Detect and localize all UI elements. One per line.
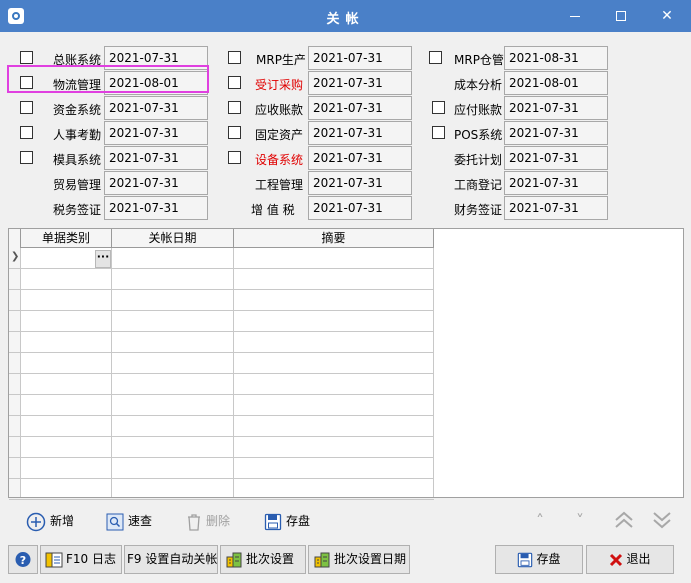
toolbar-save-label: 存盘: [286, 514, 311, 528]
module-checkbox[interactable]: [429, 51, 442, 64]
grid-body[interactable]: [9, 248, 434, 500]
add-button[interactable]: 新增: [26, 510, 74, 532]
add-label: 新增: [50, 514, 75, 528]
grid-column-divider: [20, 248, 21, 497]
move-bottom-icon[interactable]: [652, 511, 672, 533]
module-row: 工商登记 2021-07-31: [0, 171, 691, 195]
grid-column-divider: [433, 248, 434, 497]
module-checkbox[interactable]: [432, 101, 445, 114]
doc-type-lookup-button[interactable]: ···: [95, 250, 111, 268]
module-checkbox[interactable]: [432, 126, 445, 139]
toolbar-save-button[interactable]: 存盘: [264, 510, 310, 532]
close-button[interactable]: ✕: [644, 0, 690, 32]
col-header-close-date[interactable]: 关帐日期: [112, 229, 234, 248]
module-label: MRP仓管: [454, 53, 504, 67]
module-row: 委托计划 2021-07-31: [0, 146, 691, 170]
table-row[interactable]: [9, 332, 434, 353]
module-row: 应付账款 2021-07-31: [0, 96, 691, 120]
delete-label: 删除: [206, 514, 231, 528]
table-row[interactable]: [9, 374, 434, 395]
table-row[interactable]: [9, 311, 434, 332]
module-label: 成本分析: [454, 78, 503, 92]
close-icon: ✕: [661, 8, 673, 24]
save-button[interactable]: 存盘: [495, 545, 583, 574]
help-button[interactable]: ?: [8, 545, 38, 574]
exit-x-icon: [610, 553, 623, 566]
bottom-bar: ? F10 日志 F9 设置自动关帐 批次设置 批次设置日期 存盘 退出: [0, 542, 691, 582]
delete-button[interactable]: 删除: [186, 510, 230, 532]
table-row[interactable]: [9, 248, 434, 269]
module-row: 成本分析 2021-08-01: [0, 71, 691, 95]
maximize-icon: [616, 11, 626, 21]
save-disk-icon: [518, 552, 533, 567]
batch-setting-button[interactable]: 批次设置: [220, 545, 306, 574]
move-up-icon[interactable]: ˄: [536, 511, 544, 530]
grid-column-divider: [111, 248, 112, 497]
module-label: POS系统: [454, 128, 503, 142]
exit-label: 退出: [626, 552, 651, 566]
help-icon: ?: [15, 552, 31, 567]
module-close-date-field[interactable]: 2021-07-31: [504, 171, 608, 195]
quick-search-button[interactable]: 速查: [106, 510, 152, 532]
module-row: MRP仓管 2021-08-31: [0, 46, 691, 70]
module-row: POS系统 2021-07-31: [0, 121, 691, 145]
module-label: 财务签证: [454, 203, 503, 217]
modules-panel: 总账系统 2021-07-31 物流管理 2021-08-01 资金系统 2021-07-…: [0, 32, 691, 226]
module-close-date-field[interactable]: 2021-07-31: [504, 196, 608, 220]
svg-text:?: ?: [20, 554, 26, 567]
move-down-icon[interactable]: ˅: [576, 511, 584, 530]
table-row[interactable]: [9, 290, 434, 311]
minimize-icon: [570, 15, 580, 17]
grid-header: 单据类别 关帐日期 摘要: [9, 229, 434, 248]
minimize-button[interactable]: [552, 0, 598, 32]
table-row[interactable]: [9, 353, 434, 374]
module-close-date-field[interactable]: 2021-08-31: [504, 46, 608, 70]
log-button[interactable]: F10 日志: [40, 545, 122, 574]
maximize-button[interactable]: [598, 0, 644, 32]
move-top-icon[interactable]: [614, 511, 634, 533]
batch-date-setting-button[interactable]: 批次设置日期: [308, 545, 410, 574]
module-close-date-field[interactable]: 2021-07-31: [504, 121, 608, 145]
auto-close-setting-button[interactable]: F9 设置自动关帐: [124, 545, 218, 574]
save-label: 存盘: [536, 552, 561, 566]
table-row[interactable]: [9, 437, 434, 458]
add-circle-icon: [26, 512, 46, 531]
table-row[interactable]: [9, 416, 434, 437]
quick-search-label: 速查: [128, 514, 153, 528]
module-label: 应付账款: [454, 103, 503, 117]
col-header-summary[interactable]: 摘要: [234, 229, 434, 248]
grid-toolbar: 新增 速查 删除 存盘 ˄ ˅: [8, 503, 684, 539]
grid-column-divider: [233, 248, 234, 497]
module-close-date-field[interactable]: 2021-07-31: [504, 146, 608, 170]
exit-button[interactable]: 退出: [586, 545, 674, 574]
log-label: F10 日志: [66, 552, 116, 566]
module-label: 委托计划: [454, 153, 503, 167]
table-row[interactable]: [9, 269, 434, 290]
module-label: 工商登记: [454, 178, 503, 192]
close-date-grid[interactable]: 单据类别 关帐日期 摘要 ❯ ···: [8, 228, 684, 500]
module-close-date-field[interactable]: 2021-08-01: [504, 71, 608, 95]
batch-setting-label: 批次设置: [246, 552, 295, 566]
batch-date-icon: [314, 552, 330, 567]
auto-close-label: F9 设置自动关帐: [127, 552, 218, 566]
batch-icon: [226, 552, 242, 567]
table-row[interactable]: [9, 479, 434, 500]
title-bar: 关帐 ✕: [0, 0, 691, 32]
col-header-doc-type[interactable]: 单据类别: [21, 229, 112, 248]
floppy-disk-icon: [264, 513, 282, 530]
module-close-date-field[interactable]: 2021-07-31: [504, 96, 608, 120]
trash-icon: [188, 513, 200, 531]
batch-date-setting-label: 批次设置日期: [334, 552, 407, 566]
log-icon: [45, 552, 63, 567]
table-row[interactable]: [9, 395, 434, 416]
module-row: 财务签证 2021-07-31: [0, 196, 691, 220]
table-row[interactable]: [9, 458, 434, 479]
search-icon: [106, 513, 124, 530]
